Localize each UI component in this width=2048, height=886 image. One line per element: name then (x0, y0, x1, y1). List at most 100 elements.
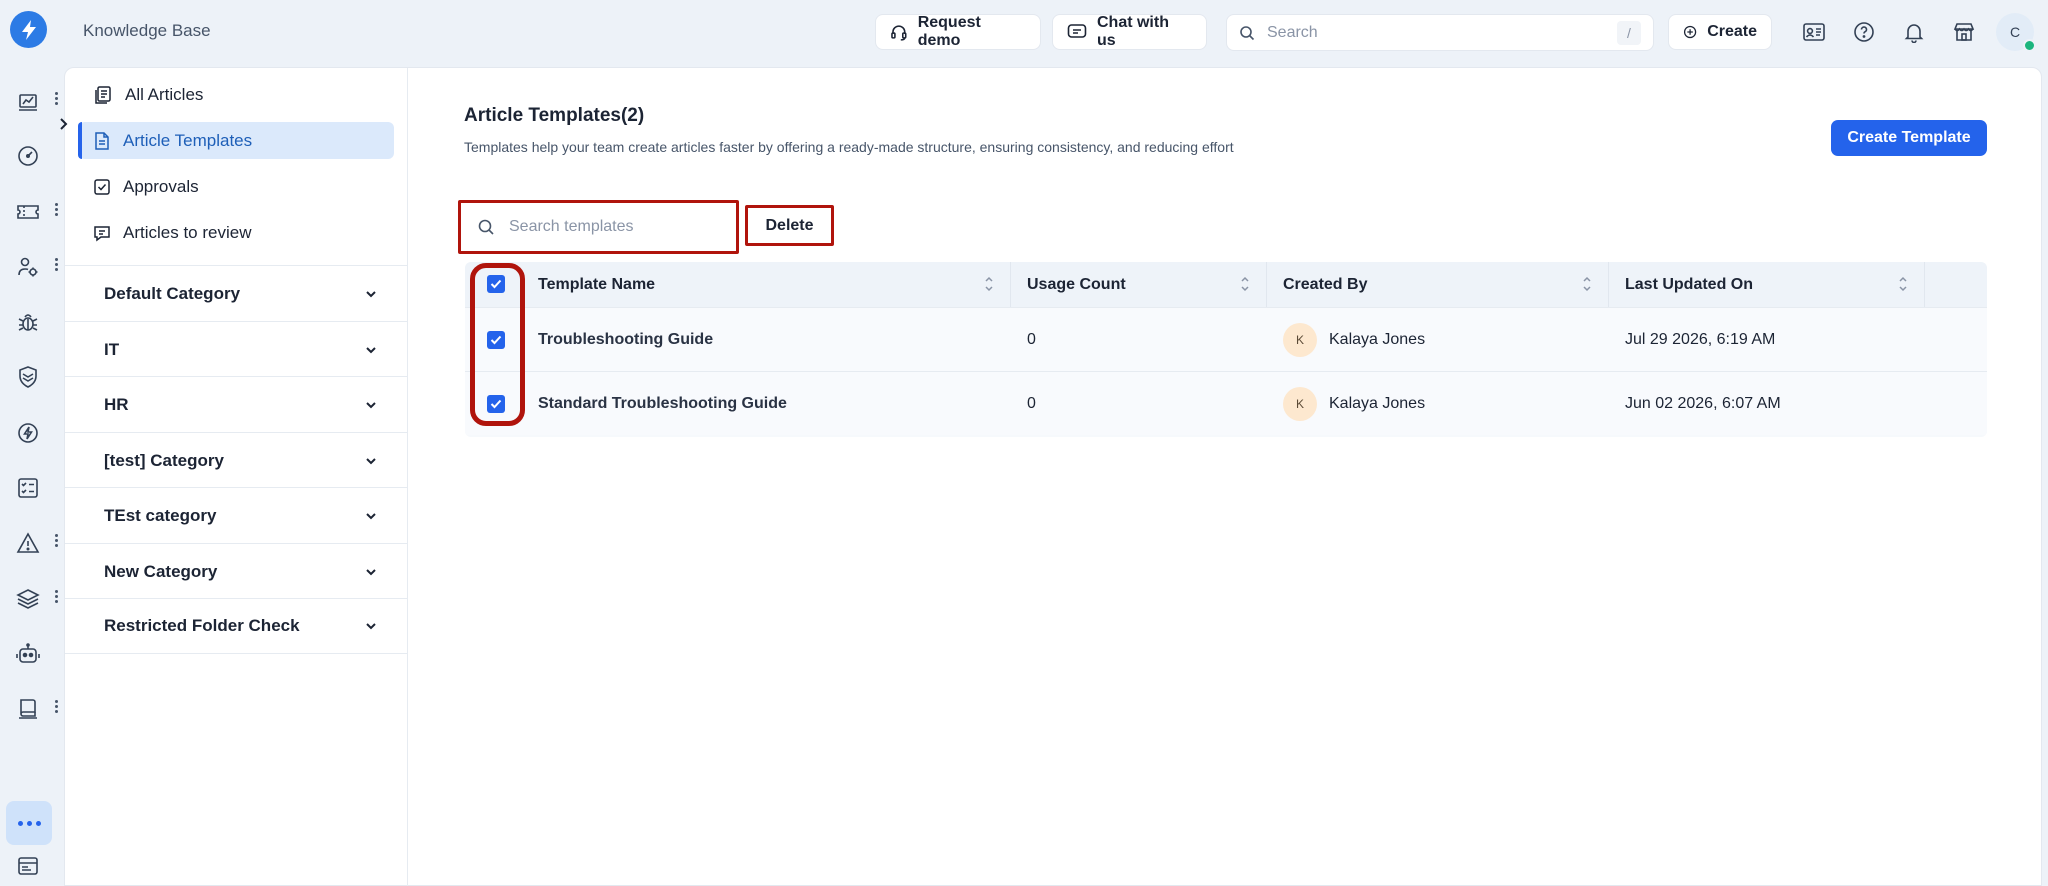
analytics-icon[interactable] (14, 87, 42, 115)
column-header-label: Template Name (538, 275, 656, 293)
checkbox-highlight-outline (470, 263, 525, 426)
column-header-created-by[interactable]: Created By (1267, 262, 1609, 307)
category-row[interactable]: Default Category (65, 265, 407, 321)
document-icon (95, 131, 109, 150)
chevron-down-icon (366, 290, 376, 297)
lightning-circle-icon[interactable] (14, 419, 42, 447)
contact-card-icon[interactable] (1801, 19, 1827, 45)
chevron-down-icon (366, 457, 376, 464)
top-bar: Knowledge Base Request demo Chat with us… (0, 0, 2048, 64)
global-search[interactable]: Search / (1226, 14, 1654, 51)
category-row[interactable]: New Category (65, 543, 407, 599)
help-icon[interactable] (1851, 19, 1877, 45)
delete-button[interactable]: Delete (745, 205, 834, 246)
sort-icon[interactable] (984, 275, 994, 293)
category-label: HR (104, 394, 129, 414)
page-description: Templates help your team create articles… (464, 139, 1234, 155)
alerts-more-dots[interactable] (52, 530, 60, 550)
knowledge-base-icon[interactable] (14, 695, 42, 723)
sort-icon[interactable] (1898, 275, 1908, 293)
category-label: Restricted Folder Check (104, 616, 300, 635)
dashboard-gauge-icon[interactable] (14, 142, 42, 170)
chevron-down-icon (366, 568, 376, 575)
app-logo-icon[interactable] (10, 11, 47, 48)
category-label: IT (104, 339, 120, 359)
marketplace-store-icon[interactable] (1951, 19, 1977, 45)
tickets-more-dots[interactable] (52, 199, 60, 219)
app-title: Knowledge Base (83, 21, 211, 40)
category-row[interactable]: HR (65, 376, 407, 432)
page-title: Article Templates(2) (464, 105, 645, 126)
people-more-dots[interactable] (52, 254, 60, 274)
chat-icon (1067, 24, 1087, 38)
analytics-more-dots[interactable] (52, 88, 60, 108)
column-header-label: Last Updated On (1625, 275, 1754, 293)
category-row[interactable]: IT (65, 321, 407, 377)
column-header-label: Created By (1283, 275, 1368, 293)
shield-stack-icon[interactable] (14, 363, 42, 391)
nav-all-articles-label: All Articles (125, 84, 204, 104)
search-shortcut-key: / (1617, 20, 1641, 45)
chat-with-us-button[interactable]: Chat with us (1052, 14, 1207, 50)
created-by-cell: K Kalaya Jones (1267, 372, 1425, 436)
browser-window-icon[interactable] (14, 852, 42, 880)
category-label: Default Category (104, 283, 241, 303)
online-status-dot (2023, 39, 2036, 52)
chevron-down-icon (366, 512, 376, 519)
table-row[interactable]: Standard Troubleshooting Guide 0 K Kalay… (465, 371, 1987, 435)
module-rail (0, 64, 64, 886)
chevron-down-icon (366, 401, 376, 408)
ticket-icon[interactable] (14, 198, 42, 226)
create-label: Create (1707, 23, 1757, 40)
table-row[interactable]: Troubleshooting Guide 0 K Kalaya Jones J… (465, 307, 1987, 371)
template-name-cell[interactable]: Troubleshooting Guide (522, 308, 713, 372)
bell-icon[interactable] (1901, 19, 1927, 45)
chat-with-us-label: Chat with us (1096, 14, 1169, 49)
sort-icon[interactable] (1240, 275, 1250, 293)
search-templates-input[interactable] (509, 218, 709, 236)
nav-approvals[interactable]: Approvals (79, 168, 394, 205)
global-search-placeholder: Search (1267, 23, 1318, 41)
templates-table: Template Name Usage Count Created By Las… (465, 262, 1987, 437)
usage-count-cell: 0 (1027, 395, 1036, 412)
chevron-down-icon (366, 623, 376, 630)
nav-all-articles[interactable]: All Articles (79, 76, 394, 113)
request-demo-button[interactable]: Request demo (875, 14, 1041, 50)
create-template-button[interactable]: Create Template (1831, 120, 1987, 156)
column-header-usage-count[interactable]: Usage Count (1011, 262, 1267, 307)
kb-sidebar: All Articles Article Templates Approvals… (65, 68, 408, 886)
layers-more-dots[interactable] (52, 586, 60, 606)
creator-name: Kalaya Jones (1329, 395, 1426, 412)
headset-icon (891, 25, 907, 41)
more-modules-button[interactable] (6, 801, 52, 845)
category-label: [test] Category (104, 450, 224, 470)
create-button[interactable]: Create (1668, 14, 1772, 50)
review-comment-icon (94, 225, 110, 241)
category-label: New Category (104, 561, 218, 581)
bug-icon[interactable] (14, 308, 42, 336)
template-name-cell[interactable]: Standard Troubleshooting Guide (522, 372, 787, 436)
warning-icon[interactable] (14, 529, 42, 557)
checklist-icon[interactable] (14, 474, 42, 502)
search-templates-box (458, 200, 739, 254)
creator-avatar: K (1283, 387, 1317, 421)
robot-icon[interactable] (14, 640, 42, 668)
column-header-template-name[interactable]: Template Name (522, 262, 1011, 307)
nav-articles-to-review[interactable]: Articles to review (79, 214, 394, 251)
user-avatar[interactable]: C (1996, 13, 2036, 52)
table-header: Template Name Usage Count Created By Las… (465, 262, 1987, 307)
layers-icon[interactable] (14, 585, 42, 613)
column-header-last-updated[interactable]: Last Updated On (1609, 262, 1925, 307)
category-row[interactable]: TEst category (65, 487, 407, 543)
plus-circle-icon (1683, 25, 1697, 39)
sort-icon[interactable] (1582, 275, 1592, 293)
nav-article-templates[interactable]: Article Templates (78, 122, 394, 159)
people-settings-icon[interactable] (14, 253, 42, 281)
created-by-cell: K Kalaya Jones (1267, 308, 1425, 372)
knowledge-more-dots[interactable] (52, 696, 60, 716)
last-updated-cell: Jun 02 2026, 6:07 AM (1625, 395, 1781, 412)
category-row[interactable]: Restricted Folder Check (65, 598, 407, 654)
nav-article-templates-label: Article Templates (123, 130, 253, 150)
category-row[interactable]: [test] Category (65, 432, 407, 488)
search-icon (478, 219, 494, 235)
